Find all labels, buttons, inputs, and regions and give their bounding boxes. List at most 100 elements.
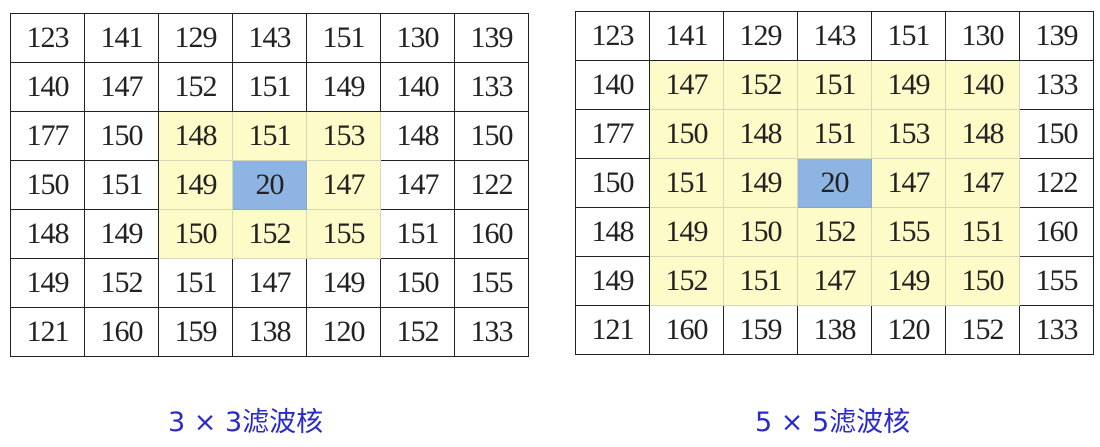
caption-3x3-kernel: 3 × 3滤波核 (168, 407, 324, 438)
pixel-cell: 151 (84, 160, 159, 210)
pixel-cell: 139 (454, 13, 529, 63)
pixel-cell: 129 (158, 13, 233, 63)
grid-row: 148 149 150 152 155 151 160 (575, 207, 1094, 257)
pixel-cell: 133 (1019, 305, 1094, 355)
kernel-window-cell: 151 (649, 158, 724, 208)
pixel-cell: 143 (797, 11, 872, 61)
pixel-cell: 152 (158, 62, 233, 112)
pixel-cell: 148 (380, 111, 455, 161)
kernel-window-cell: 149 (723, 158, 798, 208)
pixel-cell: 148 (10, 209, 85, 259)
pixel-cell: 123 (10, 13, 85, 63)
kernel-window-cell: 147 (306, 160, 381, 210)
pixel-cell: 159 (158, 307, 233, 357)
kernel-window-cell: 151 (797, 109, 872, 159)
kernel-window-cell: 152 (649, 256, 724, 306)
grid-row: 149 152 151 147 149 150 155 (575, 256, 1094, 306)
pixel-cell: 152 (84, 258, 159, 308)
kernel-window-cell: 150 (649, 109, 724, 159)
kernel-window-cell: 155 (871, 207, 946, 257)
pixel-cell: 133 (1019, 60, 1094, 110)
kernel-window-cell: 148 (945, 109, 1020, 159)
pixel-cell: 121 (10, 307, 85, 357)
pixel-cell: 150 (380, 258, 455, 308)
grid-row: 148 149 150 152 155 151 160 (10, 209, 529, 259)
kernel-window-cell: 153 (871, 109, 946, 159)
pixel-cell: 151 (380, 209, 455, 259)
kernel-window-cell: 149 (158, 160, 233, 210)
kernel-window-cell: 148 (723, 109, 798, 159)
kernel-window-cell: 149 (871, 60, 946, 110)
pixel-cell: 143 (232, 13, 307, 63)
pixel-cell: 123 (575, 11, 650, 61)
grid-row: 177 150 148 151 153 148 150 (10, 111, 529, 161)
grid-row: 150 151 149 20 147 147 122 (575, 158, 1094, 208)
pixel-cell: 159 (723, 305, 798, 355)
pixel-cell: 149 (84, 209, 159, 259)
pixel-cell: 177 (10, 111, 85, 161)
kernel-window-cell: 151 (232, 111, 307, 161)
grid-row: 177 150 148 151 153 148 150 (575, 109, 1094, 159)
pixel-cell: 150 (454, 111, 529, 161)
pixel-cell: 152 (380, 307, 455, 357)
center-pixel-cell: 20 (797, 158, 872, 208)
kernel-window-cell: 147 (797, 256, 872, 306)
pixel-cell: 140 (380, 62, 455, 112)
kernel-window-cell: 151 (723, 256, 798, 306)
pixel-cell: 150 (1019, 109, 1094, 159)
pixel-cell: 121 (575, 305, 650, 355)
pixel-cell: 151 (158, 258, 233, 308)
pixel-cell: 122 (454, 160, 529, 210)
kernel-window-cell: 152 (797, 207, 872, 257)
kernel-window-cell: 150 (158, 209, 233, 259)
pixel-cell: 148 (575, 207, 650, 257)
kernel-window-cell: 151 (945, 207, 1020, 257)
pixel-cell: 152 (945, 305, 1020, 355)
kernel-window-cell: 150 (945, 256, 1020, 306)
pixel-cell: 129 (723, 11, 798, 61)
pixel-cell: 141 (649, 11, 724, 61)
grid-row: 150 151 149 20 147 147 122 (10, 160, 529, 210)
caption-5x5-kernel: 5 × 5滤波核 (755, 407, 911, 438)
kernel-window-cell: 155 (306, 209, 381, 259)
pixel-cell: 130 (380, 13, 455, 63)
pixel-cell: 150 (10, 160, 85, 210)
pixel-cell: 149 (306, 62, 381, 112)
pixel-cell: 150 (575, 158, 650, 208)
pixel-cell: 140 (10, 62, 85, 112)
pixel-grid-3x3-kernel: 123 141 129 143 151 130 139 140 147 152 151 149 140 1… (10, 13, 529, 357)
pixel-cell: 149 (306, 258, 381, 308)
kernel-window-cell: 153 (306, 111, 381, 161)
pixel-cell: 155 (1019, 256, 1094, 306)
pixel-cell: 140 (575, 60, 650, 110)
pixel-cell: 160 (1019, 207, 1094, 257)
pixel-cell: 120 (306, 307, 381, 357)
pixel-grid-5x5-kernel: 123 141 129 143 151 130 139 140 147 152 151 149 140 1… (575, 11, 1094, 355)
kernel-window-cell: 151 (797, 60, 872, 110)
kernel-window-cell: 152 (232, 209, 307, 259)
pixel-cell: 150 (84, 111, 159, 161)
kernel-window-cell: 147 (871, 158, 946, 208)
center-pixel-cell: 20 (232, 160, 307, 210)
pixel-cell: 149 (575, 256, 650, 306)
pixel-cell: 151 (232, 62, 307, 112)
pixel-cell: 133 (454, 62, 529, 112)
pixel-cell: 122 (1019, 158, 1094, 208)
pixel-cell: 138 (232, 307, 307, 357)
kernel-window-cell: 149 (871, 256, 946, 306)
grid-row: 140 147 152 151 149 140 133 (575, 60, 1094, 110)
pixel-cell: 160 (649, 305, 724, 355)
pixel-cell: 138 (797, 305, 872, 355)
grid-row: 121 160 159 138 120 152 133 (10, 307, 529, 357)
pixel-cell: 151 (871, 11, 946, 61)
pixel-cell: 141 (84, 13, 159, 63)
pixel-cell: 130 (945, 11, 1020, 61)
kernel-window-cell: 148 (158, 111, 233, 161)
grid-row: 149 152 151 147 149 150 155 (10, 258, 529, 308)
kernel-window-cell: 149 (649, 207, 724, 257)
pixel-cell: 147 (84, 62, 159, 112)
pixel-cell: 160 (84, 307, 159, 357)
kernel-window-cell: 152 (723, 60, 798, 110)
pixel-cell: 160 (454, 209, 529, 259)
pixel-cell: 133 (454, 307, 529, 357)
